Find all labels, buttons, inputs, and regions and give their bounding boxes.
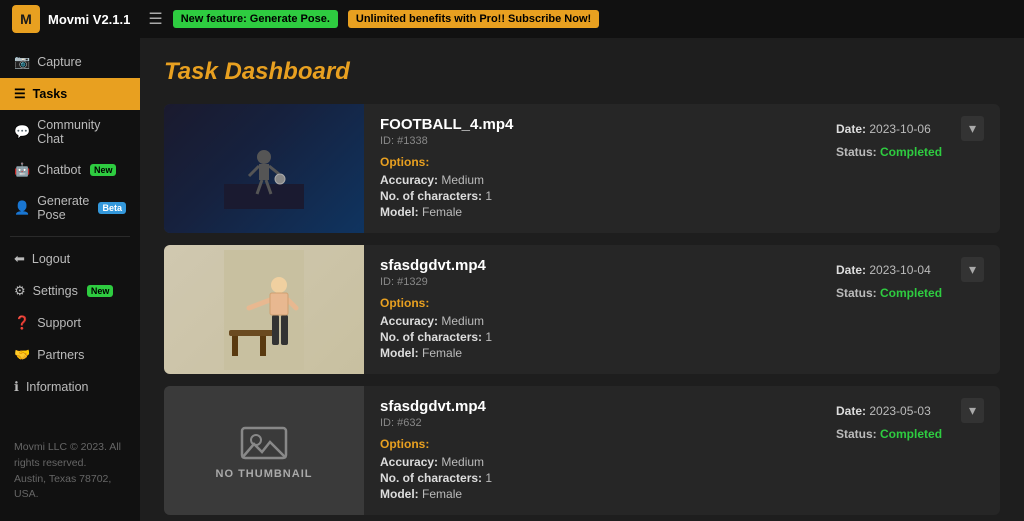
task-status-2: Status: Completed	[836, 286, 984, 300]
logo-icon: M	[12, 5, 40, 33]
community-icon: 💬	[14, 124, 30, 140]
sidebar-item-label: Logout	[32, 252, 70, 266]
sidebar-item-tasks[interactable]: ☰ Tasks	[0, 78, 140, 110]
partners-icon: 🤝	[14, 347, 30, 363]
sidebar-item-generate[interactable]: 👤 Generate Pose Beta	[0, 186, 140, 230]
task-title-3: sfasdgdvt.mp4	[380, 398, 804, 415]
task-options-label-3: Options:	[380, 437, 804, 451]
beta-tag: Beta	[98, 202, 126, 214]
logo: M Movmi V2.1.1	[12, 5, 130, 33]
sidebar-item-capture[interactable]: 📷 Capture	[0, 46, 140, 78]
task-id-2: ID: #1329	[380, 276, 804, 288]
sidebar-item-label: Information	[26, 380, 89, 394]
sidebar-item-label: Chatbot	[37, 163, 81, 177]
task-meta-2: Date: 2023-10-04 ▾ Status: Completed	[820, 245, 1000, 374]
no-thumbnail-label: NO THUMBNAIL	[216, 468, 313, 480]
task-numchars-2: No. of characters: 1	[380, 330, 804, 344]
sidebar-item-community[interactable]: 💬 Community Chat	[0, 110, 140, 154]
task-accuracy-3: Accuracy: Medium	[380, 455, 804, 469]
chatbot-icon: 🤖	[14, 162, 30, 178]
settings-icon: ⚙	[14, 283, 26, 299]
topbar: M Movmi V2.1.1 ☰ New feature: Generate P…	[0, 0, 1024, 38]
generate-icon: 👤	[14, 200, 30, 216]
task-date-1: Date: 2023-10-06	[836, 122, 931, 136]
feature-badge[interactable]: New feature: Generate Pose.	[173, 10, 338, 28]
task-date-2: Date: 2023-10-04	[836, 263, 931, 277]
sidebar-item-support[interactable]: ❓ Support	[0, 307, 140, 339]
no-thumbnail-placeholder: NO THUMBNAIL	[164, 386, 364, 515]
task-meta-1: Date: 2023-10-06 ▾ Status: Completed	[820, 104, 1000, 233]
task-model-3: Model: Female	[380, 487, 804, 501]
hamburger-icon[interactable]: ☰	[148, 9, 162, 29]
capture-icon: 📷	[14, 54, 30, 70]
football-thumbnail	[164, 104, 364, 233]
task-info-1: FOOTBALL_4.mp4 ID: #1338 Options: Accura…	[364, 104, 820, 233]
sidebar-item-label: Partners	[37, 348, 84, 362]
sidebar-item-logout[interactable]: ⬅ Logout	[0, 243, 140, 275]
task-model-1: Model: Female	[380, 205, 804, 219]
task-numchars-3: No. of characters: 1	[380, 471, 804, 485]
no-thumbnail-icon	[240, 422, 288, 462]
sidebar-item-label: Capture	[37, 55, 81, 69]
footer-copyright: Movmi LLC © 2023. All rights reserved.	[14, 440, 126, 472]
sidebar-divider	[10, 236, 130, 237]
sidebar: 📷 Capture ☰ Tasks 💬 Community Chat 🤖 Cha…	[0, 38, 140, 521]
task-menu-button-2[interactable]: ▾	[961, 257, 984, 282]
new-tag: New	[90, 164, 117, 176]
sidebar-item-chatbot[interactable]: 🤖 Chatbot New	[0, 154, 140, 186]
person-thumbnail	[164, 245, 364, 374]
task-thumbnail-2	[164, 245, 364, 374]
information-icon: ℹ	[14, 379, 19, 395]
logout-icon: ⬅	[14, 251, 25, 267]
task-options-label-1: Options:	[380, 155, 804, 169]
sidebar-item-label: Support	[37, 316, 81, 330]
footer-address: Austin, Texas 78702, USA.	[14, 472, 126, 504]
task-thumbnail-3: NO THUMBNAIL	[164, 386, 364, 515]
sidebar-footer: Movmi LLC © 2023. All rights reserved. A…	[0, 430, 140, 513]
task-menu-button-1[interactable]: ▾	[961, 116, 984, 141]
task-thumbnail-1	[164, 104, 364, 233]
person-scene-icon	[224, 250, 304, 370]
sidebar-item-partners[interactable]: 🤝 Partners	[0, 339, 140, 371]
task-info-3: sfasdgdvt.mp4 ID: #632 Options: Accuracy…	[364, 386, 820, 515]
sidebar-item-label: Tasks	[33, 87, 68, 101]
task-title-2: sfasdgdvt.mp4	[380, 257, 804, 274]
sidebar-item-information[interactable]: ℹ Information	[0, 371, 140, 403]
task-model-2: Model: Female	[380, 346, 804, 360]
task-status-1: Status: Completed	[836, 145, 984, 159]
task-accuracy-2: Accuracy: Medium	[380, 314, 804, 328]
task-title-1: FOOTBALL_4.mp4	[380, 116, 804, 133]
task-id-3: ID: #632	[380, 417, 804, 429]
task-menu-button-3[interactable]: ▾	[961, 398, 984, 423]
sidebar-item-label: Community Chat	[37, 118, 126, 146]
main-content: Task Dashboard	[140, 38, 1024, 521]
sidebar-item-settings[interactable]: ⚙ Settings New	[0, 275, 140, 307]
task-id-1: ID: #1338	[380, 135, 804, 147]
football-scene-icon	[224, 129, 304, 209]
promo-badge[interactable]: Unlimited benefits with Pro!! Subscribe …	[348, 10, 599, 28]
logo-text: Movmi V2.1.1	[48, 12, 130, 27]
task-card-2: sfasdgdvt.mp4 ID: #1329 Options: Accurac…	[164, 245, 1000, 374]
support-icon: ❓	[14, 315, 30, 331]
task-options-label-2: Options:	[380, 296, 804, 310]
task-card: FOOTBALL_4.mp4 ID: #1338 Options: Accura…	[164, 104, 1000, 233]
task-date-3: Date: 2023-05-03	[836, 404, 931, 418]
page-title: Task Dashboard	[164, 58, 1000, 86]
task-info-2: sfasdgdvt.mp4 ID: #1329 Options: Accurac…	[364, 245, 820, 374]
sidebar-item-label: Generate Pose	[37, 194, 89, 222]
task-status-3: Status: Completed	[836, 427, 984, 441]
new-tag-settings: New	[87, 285, 114, 297]
sidebar-item-label: Settings	[33, 284, 78, 298]
task-meta-3: Date: 2023-05-03 ▾ Status: Completed	[820, 386, 1000, 515]
layout: 📷 Capture ☰ Tasks 💬 Community Chat 🤖 Cha…	[0, 38, 1024, 521]
task-accuracy-1: Accuracy: Medium	[380, 173, 804, 187]
task-numchars-1: No. of characters: 1	[380, 189, 804, 203]
task-card-3: NO THUMBNAIL sfasdgdvt.mp4 ID: #632 Opti…	[164, 386, 1000, 515]
tasks-icon: ☰	[14, 86, 26, 102]
